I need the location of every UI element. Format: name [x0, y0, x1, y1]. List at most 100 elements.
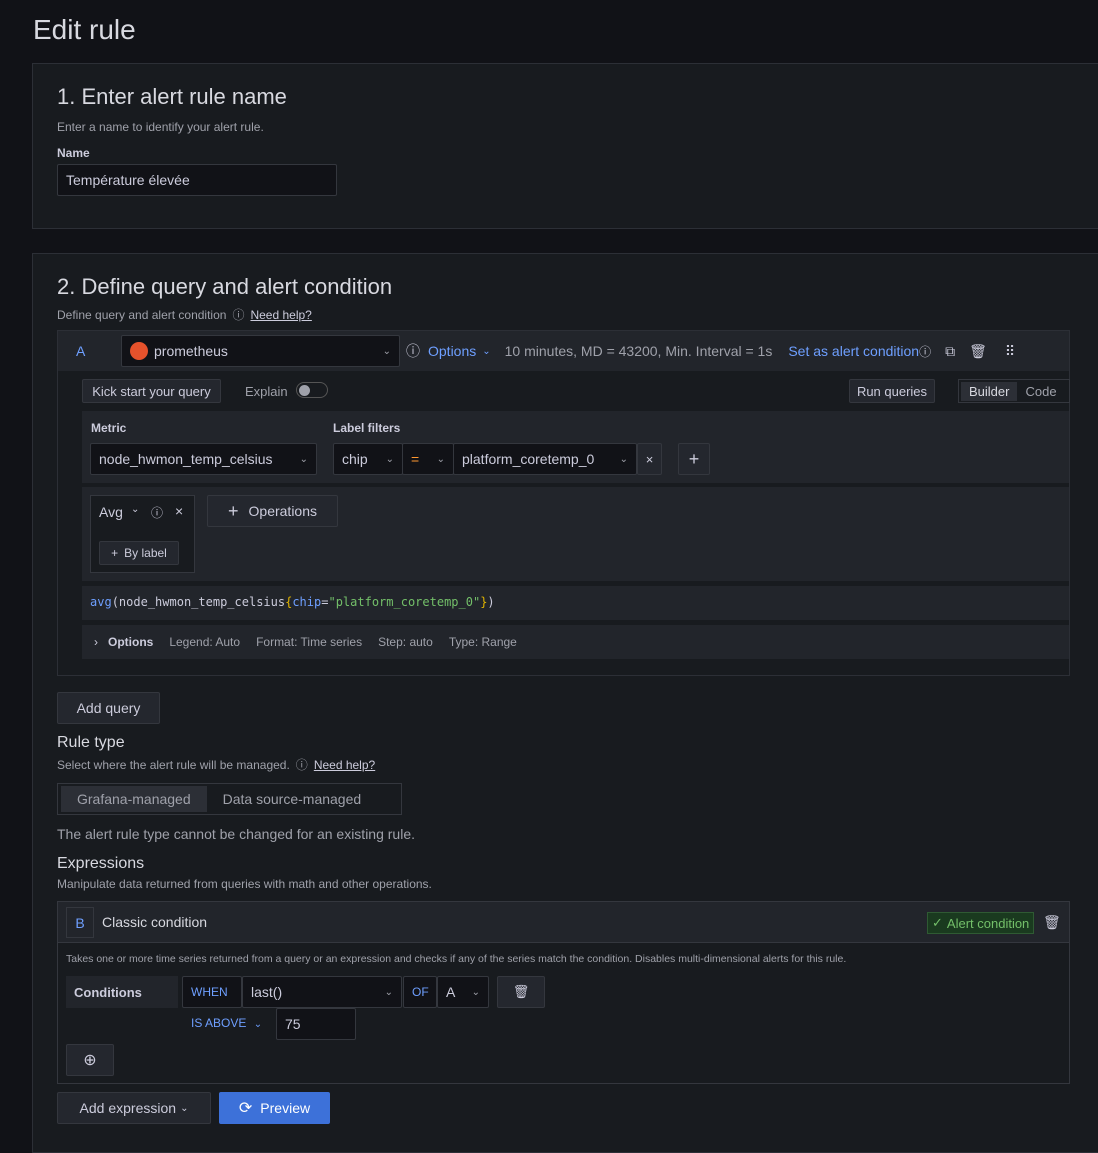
query-ref-select[interactable]: A ⌄ [437, 976, 489, 1008]
add-expression-text: Add expression [79, 1100, 177, 1116]
help-icon: ⓘ [295, 758, 308, 772]
evaluator-select[interactable]: IS ABOVE ⌄ [191, 1016, 262, 1030]
plus-icon: + [228, 500, 239, 521]
refresh-icon: ⟳ [238, 1100, 253, 1117]
name-label: Name [57, 146, 90, 160]
chevron-down-icon: ⌄ [180, 1102, 189, 1114]
add-filter-button[interactable]: + [678, 443, 710, 475]
query-ref[interactable]: A [76, 343, 121, 359]
need-help-link[interactable]: Need help? [314, 758, 375, 772]
rule-type-selector: Grafana-managed Data source-managed [57, 783, 402, 815]
query-header: A prometheus ⌄ ⓘ Options ⌄ 10 minutes, MD… [58, 331, 1069, 371]
expressions-title: Expressions [57, 855, 145, 872]
label-key: chip [342, 451, 368, 467]
name-input[interactable]: Température élevée [57, 164, 337, 196]
preview-button[interactable]: ⟳ Preview [219, 1092, 330, 1124]
explain-label: Explain [245, 384, 288, 399]
metric-select[interactable]: node_hwmon_temp_celsius ⌄ [90, 443, 317, 475]
reducer-value: last() [251, 984, 283, 1000]
datasource-name: prometheus [154, 343, 228, 359]
expr-paren: ( [111, 595, 119, 609]
threshold-input[interactable]: 75 [276, 1008, 356, 1040]
section-title: 1. Enter alert rule name [57, 84, 287, 109]
chevron-down-icon: ⌄ [385, 453, 394, 465]
set-alert-condition-button[interactable]: Set as alert condition [788, 343, 919, 359]
operations-text: Operations [248, 503, 317, 519]
expression-ref[interactable]: B [66, 907, 94, 938]
of-label: OF [403, 976, 437, 1008]
metric-value: node_hwmon_temp_celsius [99, 451, 273, 467]
section-rule-name: 1. Enter alert rule name Enter a name to… [32, 63, 1098, 229]
chevron-down-icon: ⌄ [384, 986, 393, 998]
chevron-right-icon: › [94, 635, 98, 649]
delete-condition-button[interactable]: 🗑 [497, 976, 545, 1008]
expression-description: Takes one or more time series returned f… [66, 953, 847, 965]
label-filters-label: Label filters [333, 421, 401, 435]
add-expression-button[interactable]: Add expression ⌄ [57, 1092, 211, 1124]
metric-filter-panel: Metric Label filters node_hwmon_temp_cel… [82, 411, 1069, 483]
query-options-row[interactable]: › Options Legend: Auto Format: Time seri… [82, 625, 1069, 659]
alert-condition-badge: ✓ Alert condition [927, 912, 1035, 934]
badge-text: Alert condition [946, 915, 1030, 931]
query-row-a: A prometheus ⌄ ⓘ Options ⌄ 10 minutes, MD… [57, 330, 1070, 676]
options-summary: 10 minutes, MD = 43200, Min. Interval = … [504, 343, 773, 359]
check-icon: ✓ [932, 915, 943, 930]
rule-type-note: The alert rule type cannot be changed fo… [57, 826, 415, 842]
chevron-down-icon: ⌄ [299, 453, 308, 465]
expression-header: B Classic condition ✓ Alert condition 🗑 [58, 902, 1069, 943]
query-ref-value: A [446, 984, 456, 1000]
chevron-down-icon: ⌄ [131, 504, 140, 515]
info-icon[interactable]: ⓘ [151, 504, 163, 521]
remove-filter-button[interactable]: × [637, 443, 662, 475]
section-title: 2. Define query and alert condition [57, 274, 393, 299]
rule-type-title: Rule type [57, 734, 125, 751]
label-operator-select[interactable]: = ⌄ [402, 443, 454, 475]
builder-tab[interactable]: Builder [961, 381, 1018, 401]
section-subtitle: Define query and alert condition [57, 307, 227, 322]
page-title: Edit rule [33, 14, 136, 45]
explain-toggle[interactable] [296, 382, 328, 398]
duplicate-icon[interactable]: ⧉ [945, 343, 955, 360]
trash-icon: 🗑 [512, 984, 530, 999]
format-option: Format: Time series [256, 635, 363, 649]
operation-name[interactable]: Avg [99, 504, 123, 520]
plus-circle-icon: ⊕ [83, 1052, 97, 1069]
expr-paren: ) [487, 595, 495, 609]
expr-fn: avg [90, 595, 112, 609]
query-preview: avg(node_hwmon_temp_celsius{chip="platfo… [82, 586, 1069, 620]
add-condition-button[interactable]: ⊕ [66, 1044, 114, 1076]
operations-panel: Avg ⌄ ⓘ × + By label + Operations [82, 487, 1069, 581]
grafana-managed-option[interactable]: Grafana-managed [61, 786, 207, 812]
chevron-down-icon: ⌄ [619, 453, 628, 465]
operations-button[interactable]: + Operations [207, 495, 338, 527]
run-queries-button[interactable]: Run queries [849, 379, 935, 403]
datasource-managed-option[interactable]: Data source-managed [209, 786, 376, 812]
trash-icon[interactable]: 🗑 [1043, 914, 1061, 931]
add-query-button[interactable]: Add query [57, 692, 160, 724]
type-option: Type: Range [448, 635, 517, 649]
editor-mode-toggle: Builder Code [958, 379, 1070, 403]
label-key-select[interactable]: chip ⌄ [333, 443, 403, 475]
drag-handle-icon[interactable]: ⠿ [1005, 343, 1015, 360]
kick-start-button[interactable]: Kick start your query [82, 379, 221, 403]
datasource-picker[interactable]: prometheus ⌄ [121, 335, 400, 367]
code-tab[interactable]: Code [1017, 382, 1064, 401]
chevron-down-icon: ⌄ [253, 1019, 263, 1030]
section-subtitle: Enter a name to identify your alert rule… [57, 120, 264, 134]
evaluator-value: IS ABOVE [191, 1016, 247, 1030]
legend-option: Legend: Auto [169, 635, 241, 649]
operation-card-avg: Avg ⌄ ⓘ × + By label [90, 495, 195, 573]
remove-operation-button[interactable]: × [175, 503, 183, 519]
options-toggle[interactable]: Options [428, 343, 476, 359]
label-value-select[interactable]: platform_coretemp_0 ⌄ [453, 443, 637, 475]
by-label-button[interactable]: + By label [99, 541, 179, 565]
reducer-select[interactable]: last() ⌄ [242, 976, 402, 1008]
label-op: = [411, 451, 420, 467]
expression-card-b: B Classic condition ✓ Alert condition 🗑 T… [57, 901, 1070, 1084]
info-icon: ⓘ [406, 343, 420, 359]
expr-value: "platform_coretemp_0" [328, 595, 481, 609]
help-icon: ⓘ [232, 308, 245, 322]
expr-metric: node_hwmon_temp_celsius [118, 595, 286, 609]
need-help-link[interactable]: Need help? [250, 308, 311, 322]
trash-icon[interactable]: 🗑 [969, 343, 987, 360]
